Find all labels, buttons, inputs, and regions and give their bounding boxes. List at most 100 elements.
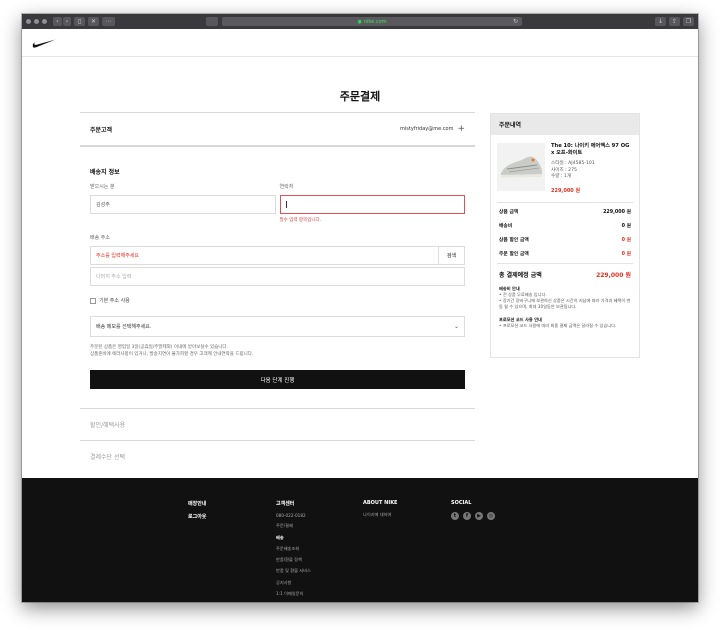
shipping-notice: 주문된 상품은 영업일 3일(공휴일/주말제외) 이내에 받아보실수 있습니다.… [90, 344, 465, 358]
url-text: nike.com [363, 18, 387, 25]
summary-rows: 상품 금액 229,000 원 배송비 0 원 상품 할인 금액 0 원 주문 할인 금액 0… [491, 205, 639, 261]
footer-support-link[interactable]: 주문/결제 [276, 523, 311, 529]
zoom-window-button[interactable] [42, 19, 47, 24]
phone-input[interactable] [279, 195, 465, 214]
facebook-icon[interactable]: f [463, 512, 471, 520]
address-input[interactable]: 주소를 입력해주세요 [90, 246, 439, 265]
summary-title: 주문내역 [491, 114, 639, 135]
default-address-checkbox[interactable] [90, 297, 96, 304]
address-detail-placeholder: 나머지 주소 입력 [96, 274, 132, 280]
customer-section[interactable]: 주문고객 mistyfriday@me.com + [80, 113, 475, 145]
footer-support-link[interactable]: 080-022-0182 [276, 513, 311, 518]
address-search-button[interactable]: 검색 [439, 246, 465, 265]
address-search-label: 검색 [446, 253, 457, 259]
notice-line-2: 상품준비에 에러사항이 있거나, 발송지연이 불가피할 경우 고객께 안내연락을… [90, 352, 254, 357]
summary-row-label: 상품 금액 [499, 210, 519, 215]
toolbar-right: ↓ ⇪ ❐ [652, 17, 694, 26]
footer-col-support: 고객센터 080-022-0182 주문/결제배송주문배송조회반품/환불 정책반품… [276, 500, 311, 602]
chevron-down-icon: ⌄ [453, 323, 459, 330]
summary-row: 상품 금액 229,000 원 [491, 205, 639, 219]
footer-col-about: ABOUT NIKE 나이키에 대하여 [363, 500, 397, 523]
address-detail-input[interactable]: 나머지 주소 입력 [90, 267, 465, 286]
address-label: 배송 주소 [90, 235, 110, 241]
summary-row-label: 배송비 [499, 224, 513, 229]
footer-about-link[interactable]: 나이키에 대하여 [363, 512, 397, 518]
minimize-window-button[interactable] [34, 19, 39, 24]
discount-label: 할인/혜택사용 [90, 422, 126, 429]
footer-col-social: SOCIAL t f ▶ ◎ [451, 500, 499, 520]
default-address-label: 기본 주소 사용 [99, 298, 130, 304]
checkout-form: 주문고객 mistyfriday@me.com + 배송지 정보 받으시는 분 … [80, 112, 475, 472]
footer-store-link[interactable]: 매장안내 [188, 500, 206, 507]
expand-plus-icon[interactable]: + [457, 124, 465, 134]
site-header [22, 29, 698, 57]
summary-row-value: 0 원 [621, 252, 631, 257]
footer-logout-link[interactable]: 로그아웃 [188, 513, 206, 520]
phone-error-message: 필수 입력 항목입니다. [279, 218, 322, 223]
product-image[interactable] [497, 143, 545, 191]
promo-info-1: • 프로모션 코드 사용에 따라 최종 결제 금액은 달라질 수 있습니다. [499, 322, 617, 328]
footer-support-link[interactable]: 반품 및 환불 서비스 [276, 568, 311, 574]
summary-row-label: 상품 할인 금액 [499, 238, 529, 243]
nike-logo[interactable] [32, 39, 56, 48]
summary-row-label: 주문 할인 금액 [499, 252, 529, 257]
delivery-memo-select[interactable]: 배송 메모를 선택해주세요. ⌄ [90, 316, 465, 337]
recipient-label: 받으시는 분 [90, 184, 115, 190]
twitter-icon[interactable]: t [451, 512, 459, 520]
total-row: 총 결제예정 금액 229,000 원 [491, 264, 639, 286]
recipient-value: 김성주 [96, 202, 110, 208]
page-title: 주문결제 [339, 90, 381, 103]
payment-label: 결제수단 선택 [90, 454, 126, 461]
footer-support-link[interactable]: 공지사항 [276, 580, 311, 586]
summary-row: 상품 할인 금액 0 원 [491, 233, 639, 247]
next-step-button[interactable]: 다음 단계 진행 [90, 370, 465, 389]
forward-button[interactable]: › [63, 17, 71, 26]
summary-row-value: 0 원 [621, 224, 631, 229]
footer-col-store: 매장안내 로그아웃 [188, 500, 206, 526]
footer-social-title: SOCIAL [451, 500, 472, 506]
recipient-input[interactable]: 김성주 [90, 195, 276, 214]
discount-section[interactable]: 할인/혜택사용 [80, 409, 475, 440]
customer-label: 주문고객 [90, 126, 113, 134]
back-button[interactable]: ‹ [53, 17, 62, 26]
phone-label: 연락처 [279, 184, 294, 190]
tabs-icon[interactable]: ❐ [683, 17, 694, 26]
footer-support-title: 고객센터 [276, 501, 295, 507]
download-icon[interactable]: ↓ [655, 17, 666, 26]
footer-support-link[interactable]: 주문배송조회 [276, 546, 311, 552]
ship-info-2: • 장기간 장바구니에 보관하신 상품은 시간이 지남에 따라 가격과 혜택이 … [499, 297, 631, 309]
footer-support-list: 080-022-0182 주문/결제배송주문배송조회반품/환불 정책반품 및 환불… [276, 513, 311, 602]
share-icon[interactable]: ⇪ [669, 17, 680, 26]
product-price: 229,000 원 [551, 187, 581, 194]
browser-window: ‹ › ▯ ✕ ⋯ ● nike.com ↻ ↓ ⇪ ❐ 주문결제 주문고객 m… [22, 14, 698, 602]
address-placeholder: 주소를 입력해주세요 [96, 253, 139, 259]
lock-icon: ● [357, 18, 362, 25]
sidebar-icon[interactable]: ▯ [74, 17, 85, 26]
site-footer: 매장안내 로그아웃 고객센터 080-022-0182 주문/결제배송주문배송조회… [22, 478, 698, 602]
address-bar[interactable]: ● nike.com ↻ [222, 17, 522, 26]
notice-line-1: 주문된 상품은 영업일 3일(공휴일/주말제외) 이내에 받아보실수 있습니다. [90, 345, 228, 350]
footer-about-title: ABOUT NIKE [363, 500, 398, 506]
footer-support-link[interactable]: 배송 [276, 535, 311, 541]
product-qty: 수량 : 1개 [551, 174, 572, 179]
close-window-button[interactable] [26, 19, 31, 24]
reload-icon[interactable]: ↻ [513, 18, 518, 25]
tab-overview-icon[interactable]: ⋯ [102, 17, 115, 26]
product-name[interactable]: The 10: 나이키 에어맥스 97 OG x 오프-화이트 [551, 143, 631, 157]
extensions-icon[interactable]: ✕ [88, 17, 99, 26]
summary-row-value: 229,000 원 [603, 210, 631, 215]
payment-section[interactable]: 결제수단 선택 [80, 441, 475, 472]
footer-support-link[interactable]: 반품/환불 정책 [276, 557, 311, 563]
text-cursor [285, 201, 287, 208]
footer-support-link[interactable]: 1:1 이메일문의 [276, 591, 311, 597]
order-summary: 주문내역 The 10: 나이키 에어맥스 97 OG x 오프-화이트 스타일… [490, 113, 640, 358]
youtube-icon[interactable]: ▶ [475, 512, 483, 520]
summary-row-value: 0 원 [621, 238, 631, 243]
total-label: 총 결제예정 금액 [499, 272, 542, 279]
customer-email: mistyfriday@me.com [400, 126, 454, 132]
total-value: 229,000 원 [596, 272, 631, 279]
instagram-icon[interactable]: ◎ [487, 512, 495, 520]
shipping-title: 배송지 정보 [90, 169, 120, 176]
shoe-image [501, 156, 542, 178]
privacy-shield-icon[interactable] [206, 17, 218, 26]
